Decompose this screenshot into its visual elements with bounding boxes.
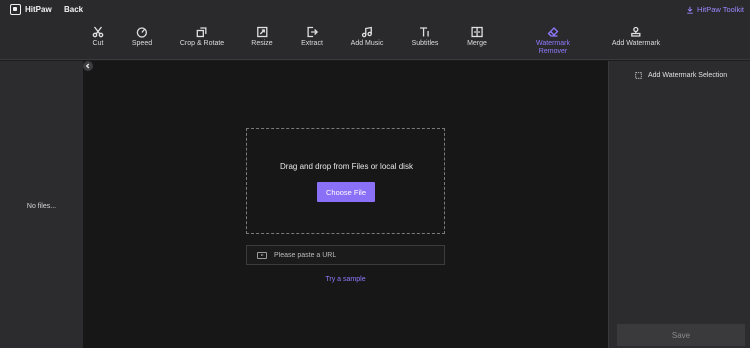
scissors-icon [92, 26, 104, 38]
toolkit-link[interactable]: HitPaw Toolkit [686, 5, 744, 14]
extract-icon [307, 26, 318, 38]
toolkit-label: HitPaw Toolkit [697, 5, 744, 14]
drop-instructions: Drag and drop from Files or local disk [280, 162, 413, 171]
download-icon [687, 6, 693, 14]
url-input[interactable] [274, 251, 434, 259]
add-watermark-selection-button[interactable]: Add Watermark Selection [635, 72, 727, 79]
merge-icon [471, 26, 483, 38]
title-bar: HitPaw Back HitPaw Toolkit [0, 0, 750, 20]
selection-label: Add Watermark Selection [648, 72, 728, 79]
tool-label: Resize [251, 40, 273, 47]
hitpaw-logo-icon [10, 4, 21, 15]
choose-file-button[interactable]: Choose File [317, 182, 375, 202]
resize-icon [256, 26, 268, 38]
empty-file-list-text: No files... [26, 203, 57, 210]
eraser-icon [547, 27, 559, 37]
tool-crop-rotate[interactable]: Crop & Rotate [180, 26, 224, 48]
save-button[interactable]: Save [617, 324, 745, 346]
file-list-panel: No files... [0, 61, 83, 348]
app-name: HitPaw [25, 5, 52, 14]
tool-add-music[interactable]: Add Music [350, 26, 384, 48]
drop-zone[interactable]: Drag and drop from Files or local disk C… [246, 128, 445, 234]
collapse-panel-button[interactable] [83, 61, 93, 71]
selection-box-icon [635, 72, 642, 79]
tool-label: Extract [301, 40, 323, 47]
tool-speed[interactable]: Speed [132, 26, 152, 48]
crop-rotate-icon [196, 27, 207, 38]
back-button[interactable]: Back [64, 5, 83, 14]
music-note-icon [362, 26, 373, 38]
tool-label: Watermark Remover [536, 40, 570, 55]
tool-subtitles[interactable]: Subtitles [411, 26, 439, 48]
tool-cut[interactable]: Cut [92, 26, 104, 48]
url-input-box[interactable] [246, 245, 445, 265]
tool-watermark-remover[interactable]: Watermark Remover [536, 26, 570, 55]
tool-label: Speed [131, 40, 153, 47]
tool-label: Add Watermark [611, 40, 661, 47]
app-logo: HitPaw [10, 4, 52, 15]
text-icon [420, 27, 430, 37]
speedometer-icon [136, 27, 148, 38]
tool-merge[interactable]: Merge [467, 26, 487, 48]
tool-resize[interactable]: Resize [251, 26, 273, 48]
tool-label: Crop & Rotate [179, 40, 225, 47]
tool-label: Subtitles [411, 40, 439, 47]
try-sample-link[interactable]: Try a sample [246, 276, 445, 283]
tool-extract[interactable]: Extract [301, 26, 323, 48]
tool-bar: Cut Speed Crop & Rotate Resize Extract A… [0, 20, 750, 60]
video-icon [257, 251, 267, 259]
tool-label: Add Music [350, 40, 384, 47]
tool-label: Cut [92, 40, 104, 47]
chevron-left-icon [85, 63, 90, 69]
tool-label: Merge [467, 40, 487, 47]
tool-add-watermark[interactable]: Add Watermark [612, 26, 660, 48]
stamp-icon [631, 26, 641, 37]
watermark-panel: Add Watermark Selection Save [608, 61, 750, 348]
